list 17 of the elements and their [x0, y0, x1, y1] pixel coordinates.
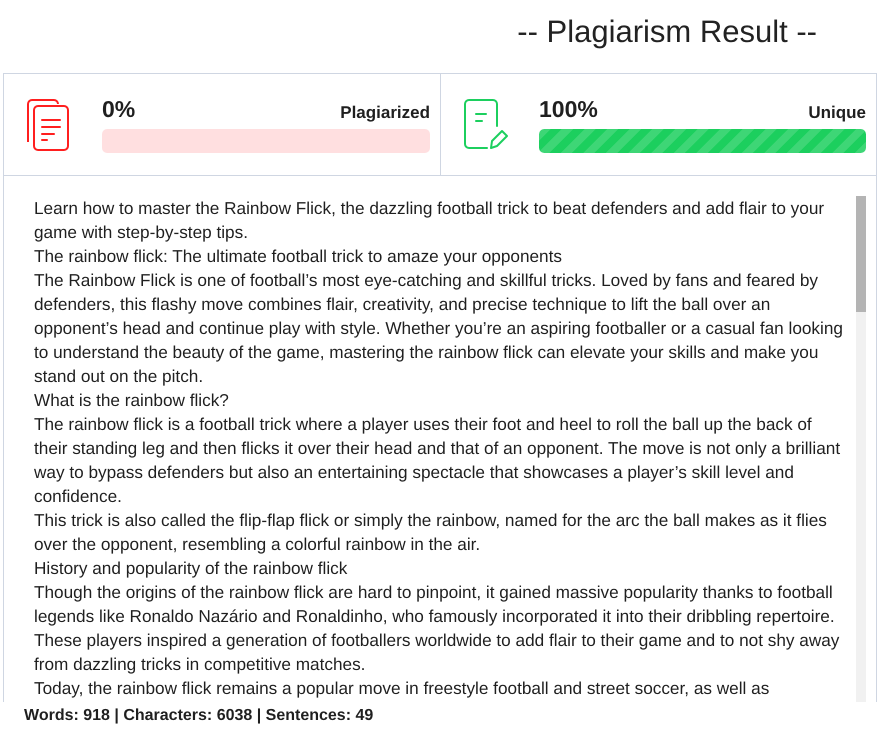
text-paragraph: The rainbow flick: The ultimate football trick to amaze your opponents — [34, 245, 563, 268]
text-paragraph: History and popularity of the rainbow flick — [34, 557, 348, 580]
text-paragraph: What is the rainbow flick? — [34, 389, 230, 412]
text-statistics: Words: 918 | Characters: 6038 | Sentences: 49 — [23, 706, 374, 725]
percent-value: 100% — [539, 96, 598, 123]
score-label: Unique — [808, 103, 866, 123]
text-paragraph: This trick is also called the flip-flap flick or simply the rainbow, named for the arc the ball makes as it flies over the opponent, resembling a colorful rainbow in the air. — [34, 509, 828, 556]
score-label: Plagiarized — [340, 103, 430, 123]
result-title: -- Plagiarism Result -- — [517, 14, 817, 51]
scrollbar-thumb[interactable] — [856, 196, 866, 312]
text-paragraph: Today, the rainbow flick remains a popular move in freestyle football and street soccer, as well as — [34, 677, 770, 700]
percent-value: 0% — [102, 96, 136, 123]
text-paragraph: Though the origins of the rainbow flick are hard to pinpoint, it gained massive popularity thanks to football legends like Ronaldo Nazário and Ronaldinho, who famously incorporated it into their dribbling repertoire. These players inspired a generation of footballers worldwide to add flair to their game and to not shy away from dazzling tricks in competitive matches. — [34, 581, 840, 676]
scrollbar[interactable] — [856, 196, 866, 702]
text-paragraph: Learn how to master the Rainbow Flick, the dazzling football trick to beat defenders and add flair to your game with step-by-step tips. — [34, 197, 826, 244]
text-paragraph: The Rainbow Flick is one of football’s most eye-catching and skillful tricks. Loved by fans and feared by defenders, this flashy move combines flair, creativity, and precise technique to lift the ball over an opponent’s head and continue play with style. Whether you’re an aspiring footballer or a casual fan looking to understand the beauty of the game, mastering the rainbow flick can elevate your skills and make you stand out on the pitch. — [34, 269, 844, 388]
text-paragraph: The rainbow flick is a football trick where a player uses their foot and heel to roll the ball up the back of their standing leg and then flicks it over their head and that of an opponent. The move is not only a brilliant way to bypass defenders but also an entertaining spectacle that showcases a player’s skill level and confidence. — [34, 413, 842, 508]
